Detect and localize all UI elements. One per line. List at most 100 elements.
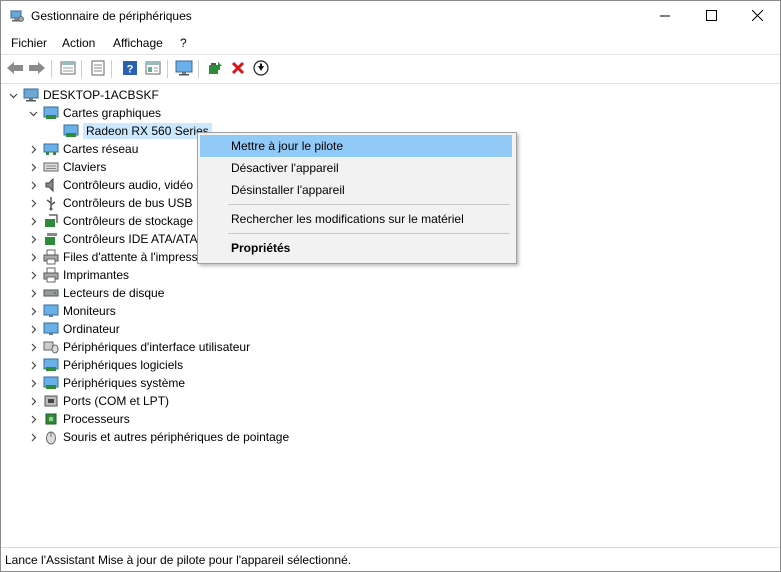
tree-device-label: Radeon RX 560 Series [83, 123, 212, 139]
port-icon [43, 393, 59, 409]
tree-category-label: Processeurs [63, 412, 130, 426]
menu-bar: Fichier Action Affichage ? [1, 32, 780, 54]
uninstall-icon [231, 61, 245, 78]
tree-category-label: Cartes graphiques [63, 106, 162, 120]
tree-category-hid[interactable]: Périphériques d'interface utilisateur [27, 338, 250, 356]
download-icon [253, 59, 269, 79]
tree-category-processeurs[interactable]: Processeurs [27, 410, 130, 428]
back-arrow-icon [6, 61, 24, 78]
tree-category-label: Périphériques d'interface utilisateur [63, 340, 251, 354]
tree-category-files-attente[interactable]: Files d'attente à l'impress [27, 248, 198, 266]
tree-category-systeme[interactable]: Périphériques système [27, 374, 185, 392]
forward-button[interactable] [27, 59, 47, 79]
menu-fichier[interactable]: Fichier [11, 36, 47, 50]
display-adapter-icon [43, 105, 59, 121]
expand-chevron-icon[interactable] [27, 212, 39, 230]
minimize-button[interactable] [642, 1, 688, 32]
keyboard-icon [43, 159, 59, 175]
list-button[interactable] [88, 59, 108, 79]
tree-category-ordinateur[interactable]: Ordinateur [27, 320, 120, 338]
expand-chevron-icon[interactable] [27, 392, 39, 410]
properties-button[interactable] [58, 59, 78, 79]
help-button[interactable]: ? [120, 59, 140, 79]
expand-chevron-icon[interactable] [27, 158, 39, 176]
title-bar[interactable]: Gestionnaire de périphériques [1, 1, 780, 32]
context-menu-properties[interactable]: Propriétés [200, 237, 512, 259]
expand-chevron-icon[interactable] [27, 338, 39, 356]
audio-icon [43, 177, 59, 193]
update-driver-button[interactable] [205, 59, 225, 79]
tree-category-usb[interactable]: Contrôleurs de bus USB [27, 194, 192, 212]
monitor-icon [175, 60, 193, 79]
expand-chevron-icon[interactable] [27, 194, 39, 212]
help-icon: ? [122, 60, 138, 79]
status-text: Lance l'Assistant Mise à jour de pilote … [5, 553, 352, 567]
tree-category-label: Moniteurs [63, 304, 116, 318]
expand-chevron-icon[interactable] [27, 284, 39, 302]
tree-category-claviers[interactable]: Claviers [27, 158, 106, 176]
storage-icon [43, 213, 59, 229]
svg-text:?: ? [127, 63, 134, 75]
computer-icon [43, 321, 59, 337]
toolbar-separator [198, 60, 199, 78]
context-menu-disable-device[interactable]: Désactiver l'appareil [200, 157, 512, 179]
tree-category-controleurs-audio[interactable]: Contrôleurs audio, vidéo [27, 176, 193, 194]
context-menu-scan-hardware[interactable]: Rechercher les modifications sur le maté… [200, 208, 512, 230]
download-button[interactable] [251, 59, 271, 79]
menu-affichage[interactable]: Affichage [113, 36, 163, 50]
context-menu-separator [228, 204, 510, 205]
context-menu-uninstall-device[interactable]: Désinstaller l'appareil [200, 179, 512, 201]
tree-category-ide[interactable]: Contrôleurs IDE ATA/ATA [27, 230, 197, 248]
toolbar-separator [51, 60, 52, 78]
tree-category-label: Contrôleurs de stockage [63, 214, 194, 228]
context-menu-update-driver[interactable]: Mettre à jour le pilote [200, 135, 512, 157]
context-menu-label: Mettre à jour le pilote [231, 139, 344, 153]
collapse-chevron-icon[interactable] [27, 104, 39, 122]
expand-chevron-icon[interactable] [27, 410, 39, 428]
uninstall-button[interactable] [228, 59, 248, 79]
minimize-icon [660, 10, 670, 24]
display-adapter-icon [63, 123, 79, 139]
maximize-button[interactable] [688, 1, 734, 32]
tree-category-label: Contrôleurs audio, vidéo [63, 178, 194, 192]
computer-icon [23, 87, 39, 103]
expand-chevron-icon[interactable] [27, 230, 39, 248]
expand-chevron-icon[interactable] [27, 140, 39, 158]
expand-chevron-icon[interactable] [27, 266, 39, 284]
expand-chevron-icon[interactable] [27, 248, 39, 266]
list-icon [90, 60, 106, 79]
tree-category-cartes-reseau[interactable]: Cartes réseau [27, 140, 138, 158]
monitor-button[interactable] [174, 59, 194, 79]
tree-device-radeon[interactable]: Radeon RX 560 Series [63, 122, 212, 140]
tree-category-label: Lecteurs de disque [63, 286, 165, 300]
tree-category-lecteurs-disque[interactable]: Lecteurs de disque [27, 284, 164, 302]
menu-help[interactable]: ? [180, 36, 187, 50]
tree-category-stockage[interactable]: Contrôleurs de stockage [27, 212, 193, 230]
expand-chevron-icon[interactable] [27, 176, 39, 194]
context-menu-label: Propriétés [231, 241, 291, 255]
tree-category-souris[interactable]: Souris et autres périphériques de pointa… [27, 428, 289, 446]
tree-category-cartes-graphiques[interactable]: Cartes graphiques [27, 104, 161, 122]
tree-category-label: Imprimantes [63, 268, 130, 282]
back-button[interactable] [5, 59, 25, 79]
expand-chevron-icon[interactable] [27, 302, 39, 320]
close-icon [751, 9, 763, 24]
usb-icon [43, 195, 59, 211]
tree-category-imprimantes[interactable]: Imprimantes [27, 266, 129, 284]
close-button[interactable] [734, 1, 780, 32]
mouse-icon [43, 429, 59, 445]
menu-action[interactable]: Action [62, 36, 95, 50]
tree-category-label: Contrôleurs de bus USB [63, 196, 193, 210]
tree-category-moniteurs[interactable]: Moniteurs [27, 302, 116, 320]
context-menu-label: Désactiver l'appareil [231, 161, 339, 175]
tree-root[interactable]: DESKTOP-1ACBSKF [7, 86, 159, 104]
expand-chevron-icon[interactable] [27, 320, 39, 338]
expand-chevron-icon[interactable] [27, 428, 39, 446]
view-button[interactable] [143, 59, 163, 79]
expand-chevron-icon[interactable] [27, 356, 39, 374]
disk-drive-icon [43, 285, 59, 301]
tree-category-ports[interactable]: Ports (COM et LPT) [27, 392, 169, 410]
collapse-chevron-icon[interactable] [7, 86, 19, 104]
tree-category-logiciels[interactable]: Périphériques logiciels [27, 356, 183, 374]
expand-chevron-icon[interactable] [27, 374, 39, 392]
